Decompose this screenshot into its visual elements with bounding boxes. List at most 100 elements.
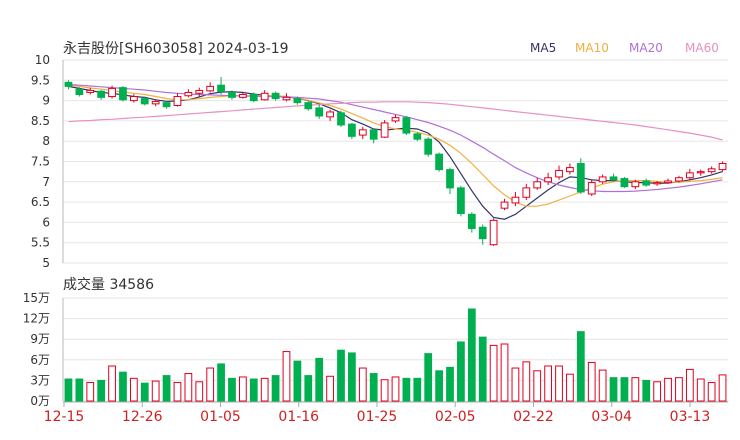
price-tick-label: 5.5: [31, 236, 50, 250]
candle-body: [566, 167, 574, 173]
volume-bar: [576, 331, 585, 402]
candle-body: [653, 182, 662, 185]
candle-body: [511, 196, 520, 204]
volume-bar: [642, 379, 651, 402]
volume-bar: [696, 378, 705, 402]
candle: [380, 120, 389, 138]
volume-bar: [282, 351, 291, 402]
candle-body: [238, 94, 247, 98]
volume-bar: [467, 308, 476, 402]
candle-body: [544, 177, 553, 183]
price-tick-label: 7.5: [31, 155, 50, 169]
candle-body: [304, 102, 313, 110]
candle-body: [140, 98, 149, 105]
x-tick-label: 12-15: [44, 409, 85, 425]
volume-bar: [206, 367, 215, 402]
candle-body: [467, 213, 476, 229]
price-gridlines: [63, 59, 728, 264]
candle-body: [533, 181, 542, 189]
candle: [718, 161, 727, 172]
candle: [424, 137, 433, 157]
candle: [315, 104, 324, 119]
candle-body: [675, 177, 683, 182]
candle: [97, 90, 106, 100]
volume-tick-label: 9万: [30, 332, 50, 346]
volume-bar: [489, 344, 498, 402]
legend: MA5 MA10 MA20 MA60: [530, 41, 719, 55]
volume-bar: [315, 357, 324, 402]
x-tick-label: 03-04: [591, 409, 632, 425]
volume-bar: [75, 378, 84, 402]
candle: [489, 218, 498, 246]
price-tick-label: 8.5: [31, 114, 50, 128]
x-tick-label: 01-25: [357, 409, 398, 425]
volume-bar: [598, 369, 607, 402]
candle: [511, 191, 520, 207]
candle-body: [522, 187, 531, 198]
candle-body: [326, 111, 334, 118]
candle: [413, 132, 422, 142]
volume-bar: [544, 365, 553, 402]
candle-body: [609, 176, 618, 181]
price-tick-label: 10: [35, 53, 50, 67]
volume-bar: [609, 377, 618, 402]
candle-body: [249, 94, 258, 102]
candle-body: [129, 96, 138, 102]
volume-bar: [533, 370, 542, 402]
volume-bar: [108, 365, 116, 402]
candle: [64, 80, 73, 90]
candle: [391, 114, 400, 123]
candle-body: [598, 176, 607, 183]
volume-bar: [685, 368, 694, 402]
volume-title: 成交量 34586: [63, 276, 154, 293]
volume-tick-label: 0万: [30, 394, 50, 408]
candle: [566, 163, 574, 175]
volume-bar: [707, 381, 716, 402]
legend-ma10: MA10: [575, 41, 609, 55]
candle: [707, 166, 716, 174]
candle-body: [489, 219, 498, 246]
candle: [304, 100, 313, 111]
candle-body: [620, 178, 629, 188]
price-tick-label: 6.5: [31, 195, 50, 209]
candle: [587, 179, 596, 197]
candle: [173, 93, 182, 107]
volume-bar: [566, 373, 574, 402]
candle: [555, 165, 563, 180]
candle-body: [151, 100, 160, 105]
candle: [337, 110, 345, 127]
x-tick-label: 02-22: [513, 409, 554, 425]
candle: [358, 126, 367, 140]
candle: [217, 77, 225, 95]
volume-bar: [238, 376, 247, 402]
candle-body: [631, 181, 640, 188]
candle: [348, 122, 356, 140]
candle: [195, 87, 204, 97]
legend-ma60: MA60: [685, 41, 719, 55]
volume-bar: [151, 380, 160, 402]
candle-body: [555, 169, 563, 178]
price-tick-label: 8: [42, 134, 50, 148]
candle-body: [271, 92, 280, 100]
candle: [576, 158, 585, 194]
candle-body: [293, 98, 302, 104]
stock-chart: 永吉股份[SH603058] 2024-03-19 MA5 MA10 MA20 MA6…: [23, 41, 728, 425]
volume-bar: [435, 370, 443, 402]
candle-body: [64, 81, 73, 87]
candle: [271, 91, 280, 101]
candle-body: [707, 168, 716, 173]
candle: [129, 94, 138, 103]
candle-body: [413, 133, 422, 140]
volume-bar: [555, 365, 563, 402]
volume-bar: [402, 377, 411, 402]
price-tick-label: 7: [42, 175, 50, 189]
candle: [435, 152, 443, 172]
x-tick-label: 03-13: [670, 409, 711, 425]
volume-bar: [260, 377, 269, 402]
volume-bar: [184, 373, 193, 402]
candle: [402, 116, 411, 136]
volume-bar: [129, 377, 138, 402]
candle: [467, 212, 476, 233]
volume-bar: [86, 381, 95, 402]
volume-tick-label: 6万: [30, 353, 50, 367]
